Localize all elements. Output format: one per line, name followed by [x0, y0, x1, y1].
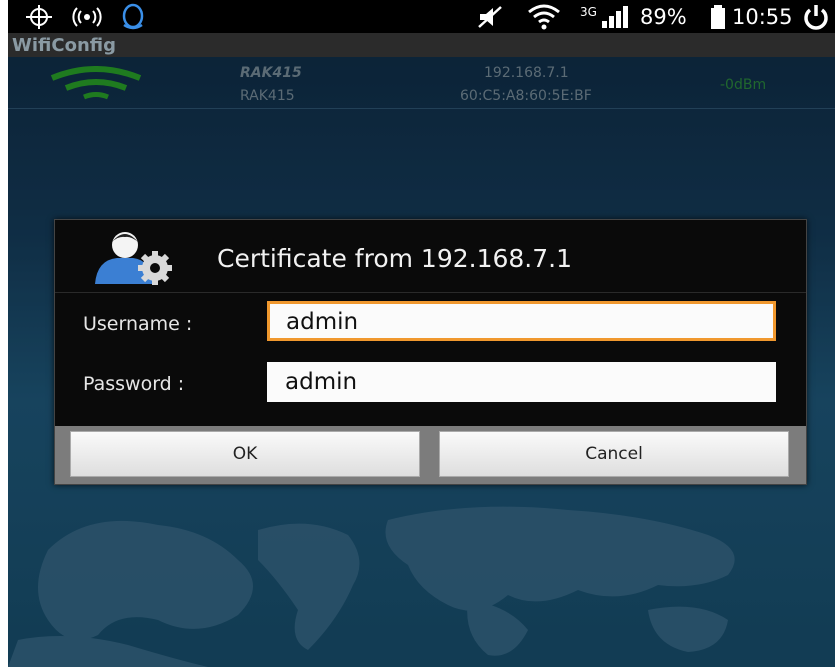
certificate-dialog: Certificate from 192.168.7.1 Username : … — [54, 219, 807, 485]
signal-bars-icon — [600, 0, 630, 33]
app-title: WifiConfig — [12, 35, 116, 56]
app-title-bar: WifiConfig — [8, 33, 835, 57]
battery-percent: 89% — [640, 4, 687, 29]
username-field[interactable]: admin — [267, 301, 776, 341]
cancel-button[interactable]: Cancel — [439, 431, 789, 477]
power-icon — [802, 0, 830, 33]
dialog-button-bar: OK Cancel — [55, 426, 806, 484]
mute-icon — [476, 0, 504, 33]
qq-icon — [118, 0, 148, 33]
user-settings-icon — [91, 228, 187, 286]
dialog-divider — [55, 292, 806, 293]
password-field[interactable]: admin — [267, 362, 776, 402]
dialog-title: Certificate from 192.168.7.1 — [217, 244, 573, 273]
phone-screen: 3G 89% 10:55 WifiConfig RAK415 RAK415 19… — [8, 0, 835, 667]
password-label: Password : — [83, 373, 185, 395]
status-bar: 3G 89% 10:55 — [8, 0, 835, 33]
clock: 10:55 — [732, 4, 793, 29]
battery-icon — [710, 0, 726, 33]
gps-icon — [24, 0, 54, 33]
username-label: Username : — [83, 313, 193, 335]
cast-icon — [72, 0, 102, 33]
network-type: 3G — [580, 5, 597, 19]
wifi-icon — [526, 0, 562, 33]
ok-button[interactable]: OK — [70, 431, 420, 477]
